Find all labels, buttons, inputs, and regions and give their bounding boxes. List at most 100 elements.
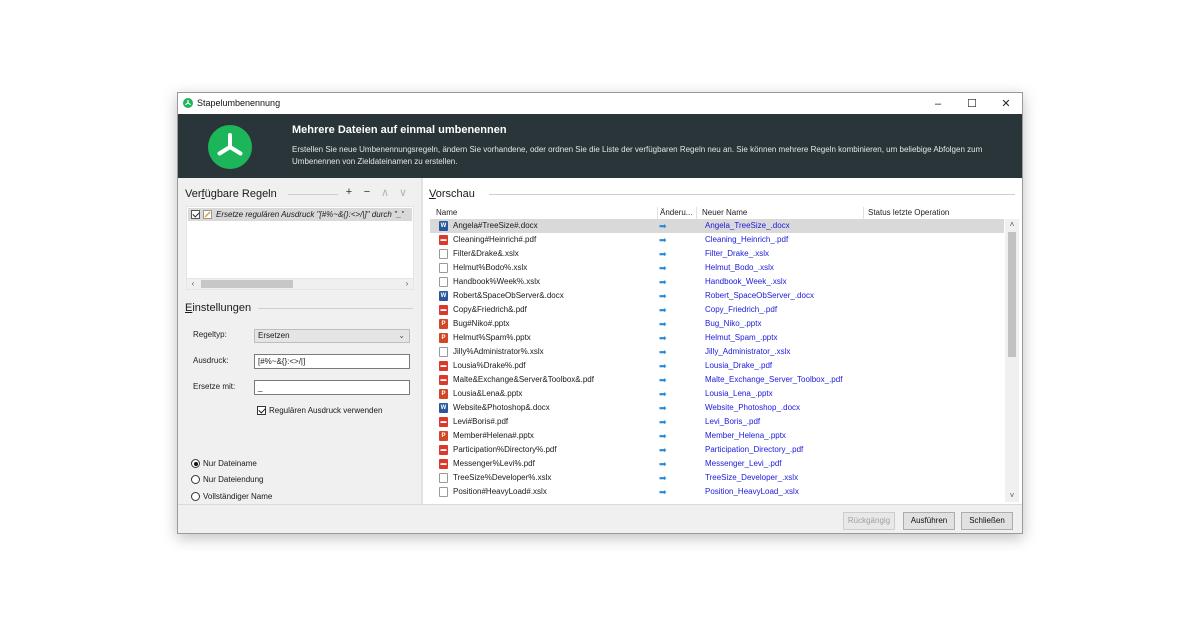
table-row[interactable]: ▬ Malte&Exchange&Server&Toolbox&.pdf ➡ Malt… (430, 373, 1004, 387)
move-up-button[interactable]: ∧ (380, 186, 390, 199)
expression-input[interactable]: [#%~&{}:<>/|] (254, 354, 410, 369)
expression-label: Ausdruck: (193, 356, 229, 365)
radio-icon (191, 492, 200, 501)
checkbox-checked-icon (257, 406, 266, 415)
table-row[interactable]: Helmut%Bodo%.xslx ➡ Helmut_Bodo_.xslx (430, 261, 1004, 275)
scroll-up-button[interactable]: ˄ (1005, 219, 1019, 231)
table-row[interactable]: ▬ Participation%Directory%.pdf ➡ Participat… (430, 443, 1004, 457)
table-row[interactable]: ▬ Cleaning#Heinrich#.pdf ➡ Cleaning_Heinric… (430, 233, 1004, 247)
pdf-file-icon: ▬ (439, 305, 448, 315)
chevron-down-icon: ⌄ (398, 331, 405, 340)
available-rules-title: Verfügbare Regeln (185, 188, 277, 200)
run-button[interactable]: Ausführen (903, 512, 955, 530)
table-row[interactable]: Position#HeavyLoad#.xslx ➡ Position_HeavyL… (430, 485, 1004, 499)
new-file-name: Helmut_Spam_.pptx (705, 333, 778, 342)
column-separator[interactable] (863, 207, 864, 219)
add-rule-button[interactable]: + (344, 186, 354, 199)
table-row[interactable]: P Lousia&Lena&.pptx ➡ Lousia_Lena_.pptx (430, 387, 1004, 401)
banner-heading: Mehrere Dateien auf einmal umbenennen (292, 124, 507, 136)
preview-pane: Vorschau Name Änderu... Neuer Name Statu… (423, 178, 1022, 504)
arrow-right-icon: ➡ (659, 473, 667, 483)
scroll-left-button[interactable]: ‹ (187, 279, 199, 289)
arrow-right-icon: ➡ (659, 277, 667, 287)
new-file-name: TreeSize_Developer_.xslx (705, 473, 799, 482)
new-file-name: Website_Photoshop_.docx (705, 403, 801, 412)
pdf-file-icon: ▬ (439, 459, 448, 469)
file-name: Lousia&Lena&.pptx (453, 389, 523, 398)
move-down-button[interactable]: ∨ (398, 186, 408, 199)
table-row[interactable]: ▬ Levi#Boris#.pdf ➡ Levi_Boris_.pdf (430, 415, 1004, 429)
remove-rule-button[interactable]: − (362, 186, 372, 199)
table-row[interactable]: Jilly%Administrator%.xslx ➡ Jilly_Administ… (430, 345, 1004, 359)
file-name: Bug#Niko#.pptx (453, 319, 510, 328)
new-file-name: Lousia_Drake_.pdf (705, 361, 773, 370)
column-separator[interactable] (696, 207, 697, 219)
scroll-down-button[interactable]: ˅ (1005, 490, 1019, 502)
table-row[interactable]: P Helmut%Spam%.pptx ➡ Helmut_Spam_.pptx (430, 331, 1004, 345)
rule-item[interactable]: Ersetze regulären Ausdruck "[#%~&{}:<>/|… (188, 208, 412, 221)
radio-full-name[interactable]: Vollständiger Name (191, 492, 272, 501)
rules-horizontal-scrollbar[interactable]: ‹ › (187, 278, 413, 289)
banner-description: Erstellen Sie neue Umbenennungsregeln, ä… (292, 145, 983, 166)
title-bar: Stapelumbenennung – ☐ ✕ (178, 93, 1022, 114)
new-file-name: Copy_Friedrich_.pdf (705, 305, 778, 314)
radio-label: Vollständiger Name (203, 492, 273, 501)
column-separator[interactable] (657, 207, 658, 219)
rule-item-label: Ersetze regulären Ausdruck "[#%~&{}:<>/|… (216, 210, 405, 219)
arrow-right-icon: ➡ (659, 221, 667, 231)
radio-extension-only[interactable]: Nur Dateiendung (191, 475, 263, 484)
batch-rename-window: Stapelumbenennung – ☐ ✕ Mehrere Dateien … (177, 92, 1023, 534)
table-row[interactable]: Handbook%Week%.xslx ➡ Handbook_Week_.xslx (430, 275, 1004, 289)
pptx-file-icon: P (439, 333, 448, 343)
radio-filename-only[interactable]: Nur Dateiname (191, 459, 257, 468)
docx-file-icon: W (439, 403, 448, 413)
arrow-right-icon: ➡ (659, 487, 667, 497)
table-row[interactable]: TreeSize%Developer%.xslx ➡ TreeSize_Develo… (430, 471, 1004, 485)
file-name: Messenger%Levi%.pdf (453, 459, 535, 468)
radio-label: Nur Dateiendung (203, 475, 264, 484)
arrow-right-icon: ➡ (659, 445, 667, 455)
undo-button[interactable]: Rückgängig (843, 512, 895, 530)
scroll-thumb[interactable] (201, 280, 293, 288)
column-header-status[interactable]: Status letzte Operation (868, 208, 949, 217)
xlsx-file-icon (439, 249, 448, 259)
rule-enabled-checkbox[interactable] (191, 210, 200, 219)
table-row[interactable]: Filter&Drake&.xslx ➡ Filter_Drake_.xslx (430, 247, 1004, 261)
table-row[interactable]: W Website&Photoshop&.docx ➡ Website_Photosh… (430, 401, 1004, 415)
column-header-new-name[interactable]: Neuer Name (702, 208, 747, 217)
rule-type-select[interactable]: Ersetzen ⌄ (254, 329, 410, 343)
xlsx-file-icon (439, 487, 448, 497)
radio-icon (191, 475, 200, 484)
settings-title: Einstellungen (185, 302, 252, 314)
table-row[interactable]: ▬ Messenger%Levi%.pdf ➡ Messenger_Levi_.pdf (430, 457, 1004, 471)
new-file-name: Cleaning_Heinrich_.pdf (705, 235, 789, 244)
close-button[interactable]: Schließen (961, 512, 1013, 530)
divider (258, 308, 413, 309)
table-row[interactable]: W Robert&SpaceObServer&.docx ➡ Robert_Space… (430, 289, 1004, 303)
scroll-right-button[interactable]: › (401, 279, 413, 289)
table-row[interactable]: ▬ Lousia%Drake%.pdf ➡ Lousia_Drake_.pdf (430, 359, 1004, 373)
table-row[interactable]: P Member#Helena#.pptx ➡ Member_Helena_.pptx (430, 429, 1004, 443)
maximize-button[interactable]: ☐ (956, 93, 988, 114)
table-row[interactable]: W Angela#TreeSize#.docx ➡ Angela_TreeSize_.… (430, 219, 1004, 233)
column-header-name[interactable]: Name (436, 208, 457, 217)
table-row[interactable]: ▬ Copy&Friedrich&.pdf ➡ Copy_Friedrich_.pdf (430, 303, 1004, 317)
replace-with-input[interactable]: _ (254, 380, 410, 395)
xlsx-file-icon (439, 473, 448, 483)
divider (288, 194, 338, 195)
scroll-thumb[interactable] (1008, 232, 1016, 357)
docx-file-icon: W (439, 221, 448, 231)
minimize-button[interactable]: – (922, 93, 954, 114)
column-header-change[interactable]: Änderu... (660, 208, 692, 217)
pptx-file-icon: P (439, 319, 448, 329)
regex-checkbox[interactable]: Regulären Ausdruck verwenden (257, 406, 382, 415)
arrow-right-icon: ➡ (659, 389, 667, 399)
file-name: Robert&SpaceObServer&.docx (453, 291, 564, 300)
new-file-name: Filter_Drake_.xslx (705, 249, 770, 258)
file-name: Handbook%Week%.xslx (453, 277, 541, 286)
preview-vertical-scrollbar[interactable]: ˄ ˅ (1005, 219, 1019, 502)
close-window-button[interactable]: ✕ (990, 93, 1022, 114)
preview-title: Vorschau (429, 188, 475, 200)
rule-type-value: Ersetzen (258, 331, 290, 340)
table-row[interactable]: P Bug#Niko#.pptx ➡ Bug_Niko_.pptx (430, 317, 1004, 331)
